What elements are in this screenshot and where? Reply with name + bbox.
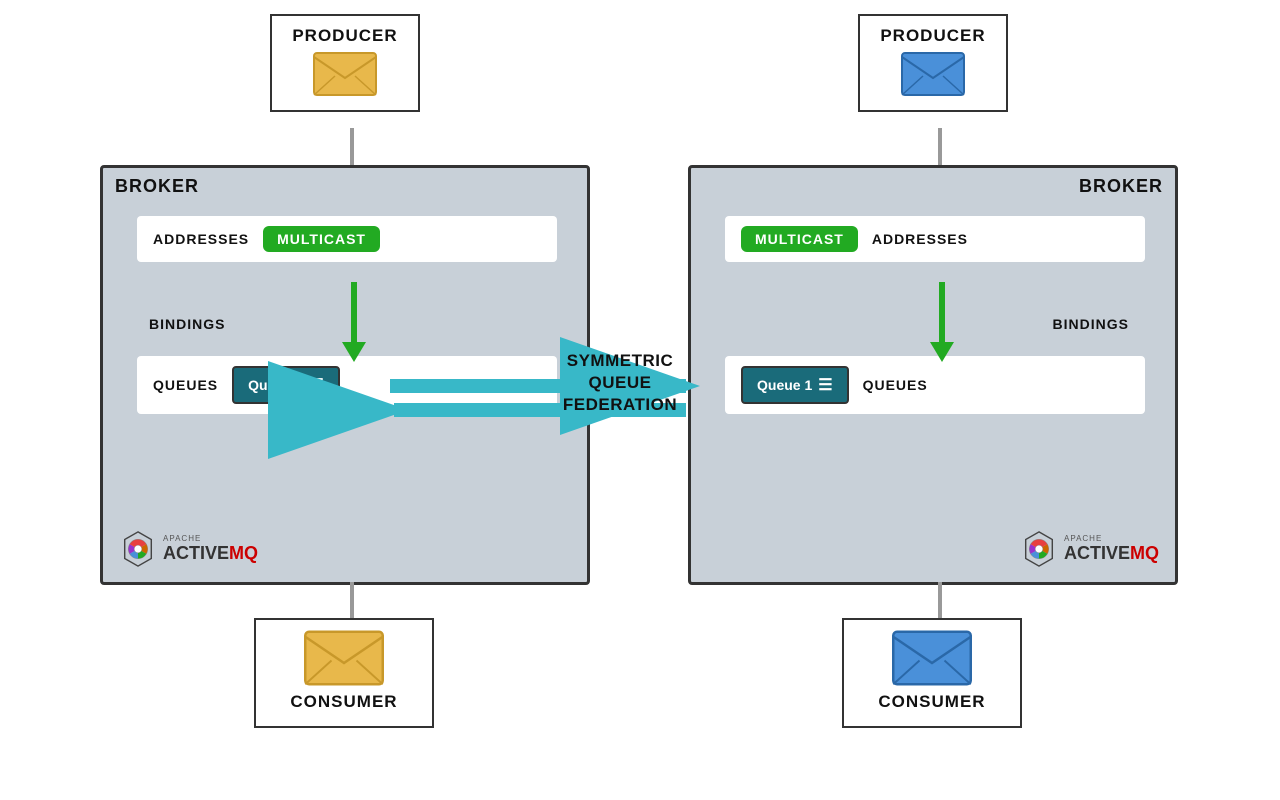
right-multicast-badge: MULTICAST [741, 226, 858, 252]
right-queues-panel: Queue 1 ☰ QUEUES [725, 356, 1145, 414]
left-mq-label: MQ [229, 543, 258, 563]
right-queue-button[interactable]: Queue 1 ☰ [741, 366, 849, 404]
left-queue-button[interactable]: Queue 1 ☰ [232, 366, 340, 404]
left-producer-envelope-icon [313, 52, 377, 96]
right-queues-label: QUEUES [863, 377, 928, 393]
right-producer-box: PRODUCER [858, 14, 1008, 112]
right-producer-label: PRODUCER [880, 26, 985, 46]
left-consumer-box: CONSUMER [254, 618, 434, 728]
left-queue-name: Queue 1 [248, 377, 303, 393]
left-consumer-label: CONSUMER [290, 692, 397, 712]
right-consumer-envelope-icon [892, 630, 972, 686]
right-activemq-text: APACHE ACTIVEMQ [1064, 534, 1159, 564]
right-bindings-label: BINDINGS [1053, 316, 1129, 332]
right-active-label: ACTIVE [1064, 543, 1130, 563]
left-queues-label: QUEUES [153, 377, 218, 393]
left-broker-label: BROKER [103, 168, 587, 205]
right-broker-label: BROKER [691, 168, 1175, 205]
right-addresses-label: ADDRESSES [872, 231, 968, 247]
left-activemq-logo-icon [119, 530, 157, 568]
left-queue-lines-icon: ☰ [309, 375, 323, 395]
federation-text: SYMMETRICQUEUEFEDERATION [563, 351, 677, 414]
left-producer-box: PRODUCER [270, 14, 420, 112]
right-addresses-panel: MULTICAST ADDRESSES [725, 216, 1145, 262]
right-activemq-logo: APACHE ACTIVEMQ [1020, 530, 1159, 568]
right-mq-label: MQ [1130, 543, 1159, 563]
left-addresses-panel: ADDRESSES MULTICAST [137, 216, 557, 262]
right-producer-envelope-icon [901, 52, 965, 96]
left-producer-label: PRODUCER [292, 26, 397, 46]
left-multicast-badge: MULTICAST [263, 226, 380, 252]
left-addresses-label: ADDRESSES [153, 231, 249, 247]
left-bindings-label: BINDINGS [149, 316, 225, 332]
diagram: PRODUCER PRODUCER BROKER ADDRESSES [0, 0, 1280, 800]
right-broker-box: BROKER MULTICAST ADDRESSES BINDINGS Queu… [688, 165, 1178, 585]
right-consumer-box: CONSUMER [842, 618, 1022, 728]
left-activemq-logo: APACHE ACTIVEMQ [119, 530, 258, 568]
federation-label: SYMMETRICQUEUEFEDERATION [545, 350, 695, 416]
left-apache-label: APACHE [163, 534, 258, 543]
left-activemq-text: APACHE ACTIVEMQ [163, 534, 258, 564]
right-activemq-logo-icon [1020, 530, 1058, 568]
right-multicast-to-queue-arrow [930, 282, 954, 362]
left-active-label: ACTIVE [163, 543, 229, 563]
left-consumer-envelope-icon [304, 630, 384, 686]
right-queue-lines-icon: ☰ [818, 375, 832, 395]
right-apache-label: APACHE [1064, 534, 1159, 543]
right-consumer-label: CONSUMER [878, 692, 985, 712]
left-multicast-to-queue-arrow [342, 282, 366, 362]
right-queue-name: Queue 1 [757, 377, 812, 393]
